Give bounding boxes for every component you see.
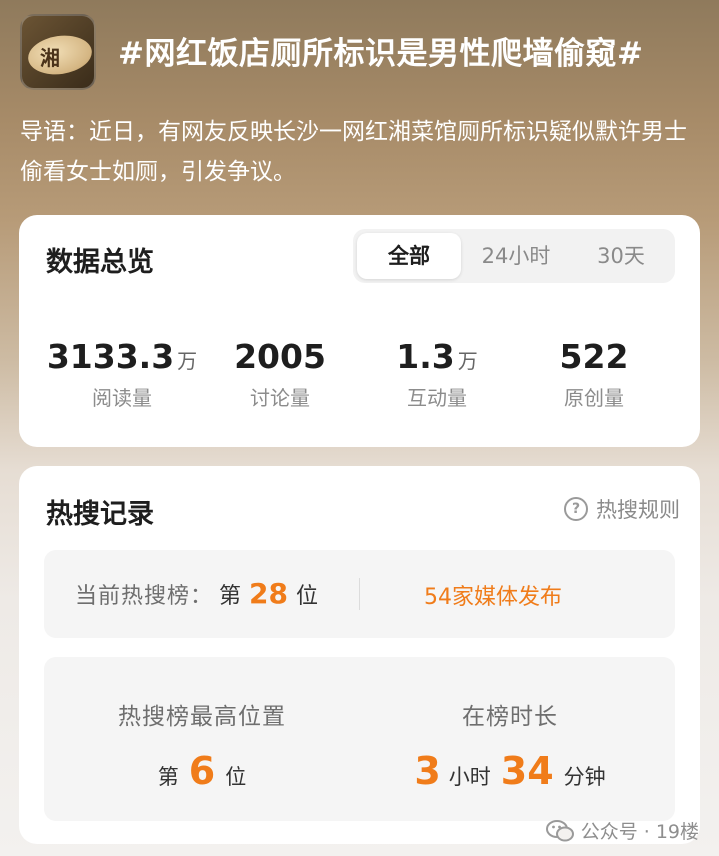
stat-original-value: 522	[559, 337, 629, 376]
stat-discussions-value: 2005	[234, 337, 326, 376]
stat-reads-value: 3133.3 万	[46, 337, 198, 376]
hot-search-rules-link[interactable]: ? 热搜规则	[564, 494, 680, 524]
current-rank-text: 当前热搜榜：第 28 位	[75, 577, 318, 610]
duration-hours: 3	[414, 749, 441, 793]
records-title: 热搜记录	[46, 499, 154, 530]
highest-rank-value-row: 第6位	[157, 749, 247, 793]
current-rank-value: 28	[249, 577, 288, 610]
stat-discussions: 2005 讨论量	[200, 337, 360, 411]
topic-logo[interactable]: 湘	[20, 14, 96, 90]
stat-original: 522 原创量	[514, 337, 674, 411]
stat-original-label: 原创量	[564, 386, 624, 410]
topic-intro: 导语：近日，有网友反映长沙一网红湘菜馆厕所标识疑似默许男士偷看女士如厕，引发争议…	[20, 119, 687, 185]
rules-label: 热搜规则	[596, 498, 680, 522]
tab-all[interactable]: 全部	[357, 233, 461, 279]
duration-label: 在榜时长	[462, 704, 558, 730]
watermark-text: 公众号 · 19楼	[580, 821, 699, 843]
stat-interactions-label: 互动量	[407, 386, 467, 410]
overview-title: 数据总览	[46, 247, 154, 278]
wechat-icon	[545, 819, 574, 841]
hot-search-record-card: 热搜记录 ? 热搜规则 当前热搜榜：第 28 位 54家媒体发布 热搜榜最高位置 第…	[19, 466, 700, 844]
highest-rank-value: 6	[188, 749, 216, 793]
duration-minutes: 34	[500, 749, 554, 793]
current-rank-label: 当前热搜榜：	[75, 584, 214, 609]
duration-value-row: 3 小时 34 分钟	[414, 749, 606, 793]
stat-interactions: 1.3 万 互动量	[357, 337, 517, 411]
current-rank-suffix: 位	[296, 584, 319, 609]
stat-reads-label: 阅读量	[92, 386, 152, 410]
topic-title: #网红饭店厕所标识是男性爬墙偷窥#	[118, 36, 644, 72]
question-circle-icon: ?	[564, 497, 588, 521]
tab-30d[interactable]: 30天	[571, 233, 671, 279]
logo-text: 湘	[40, 46, 61, 70]
tab-24h[interactable]: 24小时	[463, 233, 569, 279]
best-rank-panel: 热搜榜最高位置 第6位 在榜时长 3 小时 34 分钟	[44, 657, 675, 821]
highest-rank-label: 热搜榜最高位置	[118, 704, 286, 730]
current-rank-prefix: 第	[219, 584, 242, 609]
topic-header: 湘 #网红饭店厕所标识是男性爬墙偷窥# 导语：近日，有网友反映长沙一网红湘菜馆厕…	[0, 0, 719, 215]
stat-interactions-value: 1.3 万	[396, 337, 478, 376]
current-rank-panel: 当前热搜榜：第 28 位 54家媒体发布	[44, 550, 675, 638]
on-list-duration: 在榜时长 3 小时 34 分钟	[360, 697, 660, 793]
divider	[359, 578, 360, 610]
time-range-tabs: 全部 24小时 30天	[353, 229, 675, 283]
watermark: 公众号 · 19楼	[545, 817, 699, 844]
highest-rank: 热搜榜最高位置 第6位	[52, 697, 352, 793]
stat-discussions-label: 讨论量	[250, 386, 310, 410]
data-overview-card: 数据总览 全部 24小时 30天 3133.3 万 阅读量 2005 讨论量 1.…	[19, 215, 700, 447]
stat-reads: 3133.3 万 阅读量	[42, 337, 202, 411]
media-published-link[interactable]: 54家媒体发布	[424, 579, 562, 611]
